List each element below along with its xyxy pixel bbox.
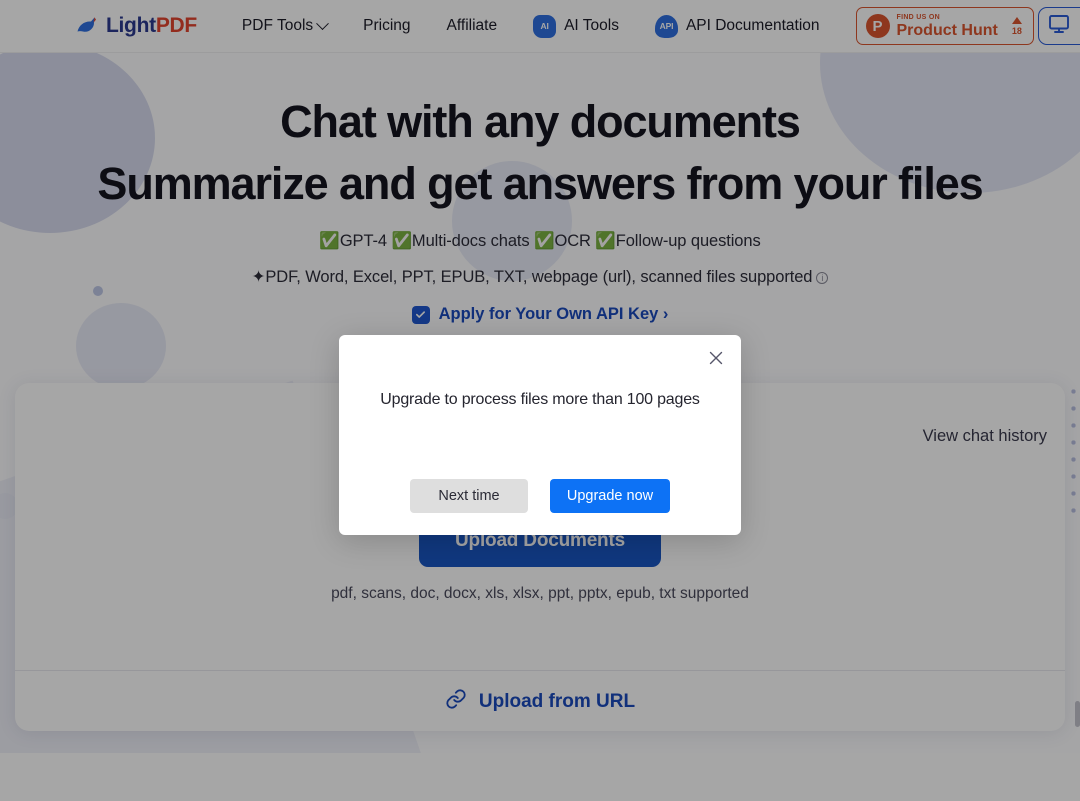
modal-actions: Next time Upgrade now: [339, 479, 741, 513]
modal-message: Upgrade to process files more than 100 p…: [380, 391, 700, 408]
next-time-button[interactable]: Next time: [410, 479, 528, 513]
upgrade-now-button[interactable]: Upgrade now: [550, 479, 670, 513]
upgrade-modal: Upgrade to process files more than 100 p…: [339, 335, 741, 535]
page-root: Chat with any documents Summarize and ge…: [0, 0, 1080, 801]
close-icon[interactable]: [705, 347, 727, 369]
